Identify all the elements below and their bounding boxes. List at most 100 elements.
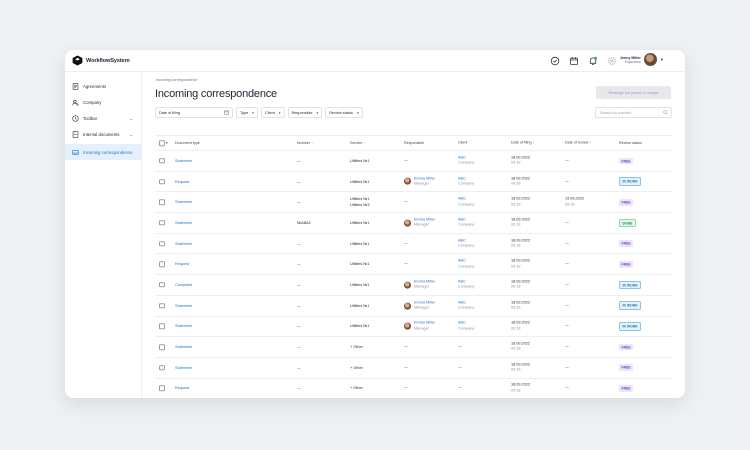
responsible-name[interactable]: Emma Miller [414, 280, 435, 284]
document-type-link[interactable]: Statement [175, 304, 192, 308]
user-menu[interactable]: Jenny Miller Supervisor ▾ [620, 53, 663, 66]
row-checkbox[interactable] [159, 240, 165, 247]
sidebar-item-toolbar[interactable]: Toolbar ⌄ [65, 110, 141, 126]
client-type: Company [458, 222, 475, 227]
row-checkbox[interactable] [159, 199, 165, 205]
check-circle-icon[interactable] [549, 55, 561, 67]
table-row[interactable]: Request — +Other — — 18.09.2022 09:18 — F… [155, 379, 673, 398]
responsible-name[interactable]: Emma Miller [414, 300, 435, 304]
chevron-down-icon[interactable]: ⌄ [130, 116, 133, 121]
document-type-link[interactable]: Request [175, 386, 189, 390]
row-checkbox[interactable] [159, 323, 165, 330]
chevron-down-icon[interactable]: ⌄ [130, 132, 133, 137]
settings-icon[interactable] [606, 55, 618, 67]
review-date-cell: 19.09.2022 09:18 [565, 197, 584, 208]
responsible-name[interactable]: Emma Miller [414, 321, 435, 325]
responsible-name[interactable]: — [404, 262, 408, 266]
document-type-link[interactable]: Statement [175, 345, 192, 349]
row-checkbox[interactable] [159, 302, 165, 309]
header-review-status[interactable]: Review status [619, 141, 642, 145]
responsible-name[interactable]: Emma Miller [414, 218, 435, 222]
table-row[interactable]: Statement — Utilities №1 — ABC Company 18… [155, 151, 673, 172]
header-document-type[interactable]: Document type [175, 141, 200, 145]
document-type-link[interactable]: Complaint [175, 283, 192, 287]
review-date-cell: — [565, 179, 569, 184]
status-badge: FREE [619, 364, 634, 372]
table-row[interactable]: Statement — Utilities №1 Utilities №3 — A… [155, 192, 673, 214]
responsible-name[interactable]: — [404, 200, 408, 204]
document-type-link[interactable]: Statement [175, 366, 192, 370]
client-name[interactable]: ABC [458, 155, 466, 159]
select-all-checkbox[interactable] [159, 140, 165, 146]
row-checkbox[interactable] [159, 385, 165, 392]
responsible-text: Emma Miller Manager [414, 218, 435, 229]
responsible-cell: — [404, 365, 408, 370]
sidebar-item-company[interactable]: Company [65, 94, 141, 110]
responsible-name[interactable]: — [404, 386, 408, 390]
header-service[interactable]: Service↕ [350, 140, 365, 146]
sidebar-item-agreements[interactable]: Agreements [65, 78, 141, 94]
reassign-button[interactable]: Reassign the person in charge [596, 86, 671, 99]
review-date-cell: — [565, 220, 569, 225]
row-checkbox[interactable] [159, 158, 165, 164]
client-name[interactable]: — [458, 386, 462, 390]
review-status-filter[interactable]: Review status ▾ [325, 107, 363, 118]
header-number[interactable]: Number↕ [297, 141, 313, 145]
table-row[interactable]: Statement — Utilities №1 — ABC Company 18… [155, 234, 673, 255]
chevron-down-icon: ▾ [356, 110, 359, 115]
type-filter[interactable]: Type ▾ [236, 107, 259, 118]
row-checkbox[interactable] [159, 364, 165, 371]
calendar-icon[interactable] [568, 55, 580, 67]
table-row[interactable]: Complaint — Utilities №1 Emma Miller Mana… [155, 275, 673, 296]
header-responsible[interactable]: Responsible [404, 141, 424, 145]
client-name[interactable]: ABC [458, 197, 466, 201]
table-row[interactable]: Statement — +Other — — 18.09.2022 09:18 —… [155, 358, 673, 379]
table-row[interactable]: Request — Utilities №1 — ABC Company 18.0… [155, 254, 673, 276]
row-checkbox[interactable] [159, 261, 165, 268]
sidebar-item-internal-documents[interactable]: Internal documents ⌄ [65, 126, 141, 142]
breadcrumb[interactable]: Incoming correspondence [156, 78, 197, 82]
client-name[interactable]: ABC [458, 176, 466, 180]
client-name[interactable]: — [458, 365, 462, 369]
row-checkbox[interactable] [159, 220, 165, 226]
table-row[interactable]: Statement — Utilities №1 Emma Miller Mana… [155, 317, 673, 338]
client-filter[interactable]: Client ▾ [261, 107, 285, 118]
document-type-link[interactable]: Statement [175, 200, 192, 204]
search-input[interactable]: Search by number [595, 107, 672, 118]
sort-caret-icon[interactable]: ▾ [166, 141, 168, 145]
header-date-of-filing[interactable]: Date of filing↕ [511, 140, 534, 145]
responsible-name[interactable]: Emma Miller [414, 176, 435, 180]
client-name[interactable]: ABC [458, 300, 466, 304]
responsible-filter[interactable]: Responsible ▾ [287, 107, 323, 118]
responsible-name[interactable]: — [404, 344, 408, 348]
document-type-link[interactable]: Statement [175, 159, 192, 163]
row-checkbox[interactable] [159, 178, 165, 185]
document-type-link[interactable]: Request [175, 262, 189, 266]
sidebar-item-incoming-correspondence[interactable]: Incoming correspondence [65, 144, 141, 160]
table-row[interactable]: Statement — +Other — — 18.09.2022 09:18 —… [155, 337, 673, 358]
table-row[interactable]: Request — Utilities №1 Emma Miller Manage… [155, 172, 673, 193]
document-type-link[interactable]: Statement [175, 324, 192, 328]
header-client[interactable]: Client [458, 140, 467, 145]
row-checkbox[interactable] [159, 282, 165, 288]
responsible-name[interactable]: — [404, 241, 408, 245]
document-type-link[interactable]: Request [175, 180, 189, 184]
notification-icon[interactable] [587, 55, 599, 67]
client-name[interactable]: — [458, 344, 462, 348]
client-name[interactable]: ABC [458, 238, 466, 242]
responsible-name[interactable]: — [404, 365, 408, 369]
row-checkbox[interactable] [159, 344, 165, 350]
client-name[interactable]: ABC [458, 280, 466, 284]
logo[interactable]: WorkflowSystem [72, 55, 130, 66]
client-name[interactable]: ABC [458, 218, 466, 222]
responsible-text: — [404, 158, 408, 163]
document-type-link[interactable]: Statement [175, 221, 192, 225]
responsible-name[interactable]: — [404, 158, 408, 162]
table-row[interactable]: Statement — Utilities №1 Emma Miller Mana… [155, 296, 673, 317]
table-row[interactable]: Statement №ABA2 Utilities №1 Emma Miller… [155, 213, 673, 234]
date-filter[interactable]: Date of filing [155, 107, 233, 118]
client-name[interactable]: ABC [458, 321, 466, 325]
client-name[interactable]: ABC [458, 259, 466, 263]
document-type-link[interactable]: Statement [175, 242, 192, 246]
header-date-of-review[interactable]: Date of review↕ [565, 140, 591, 145]
